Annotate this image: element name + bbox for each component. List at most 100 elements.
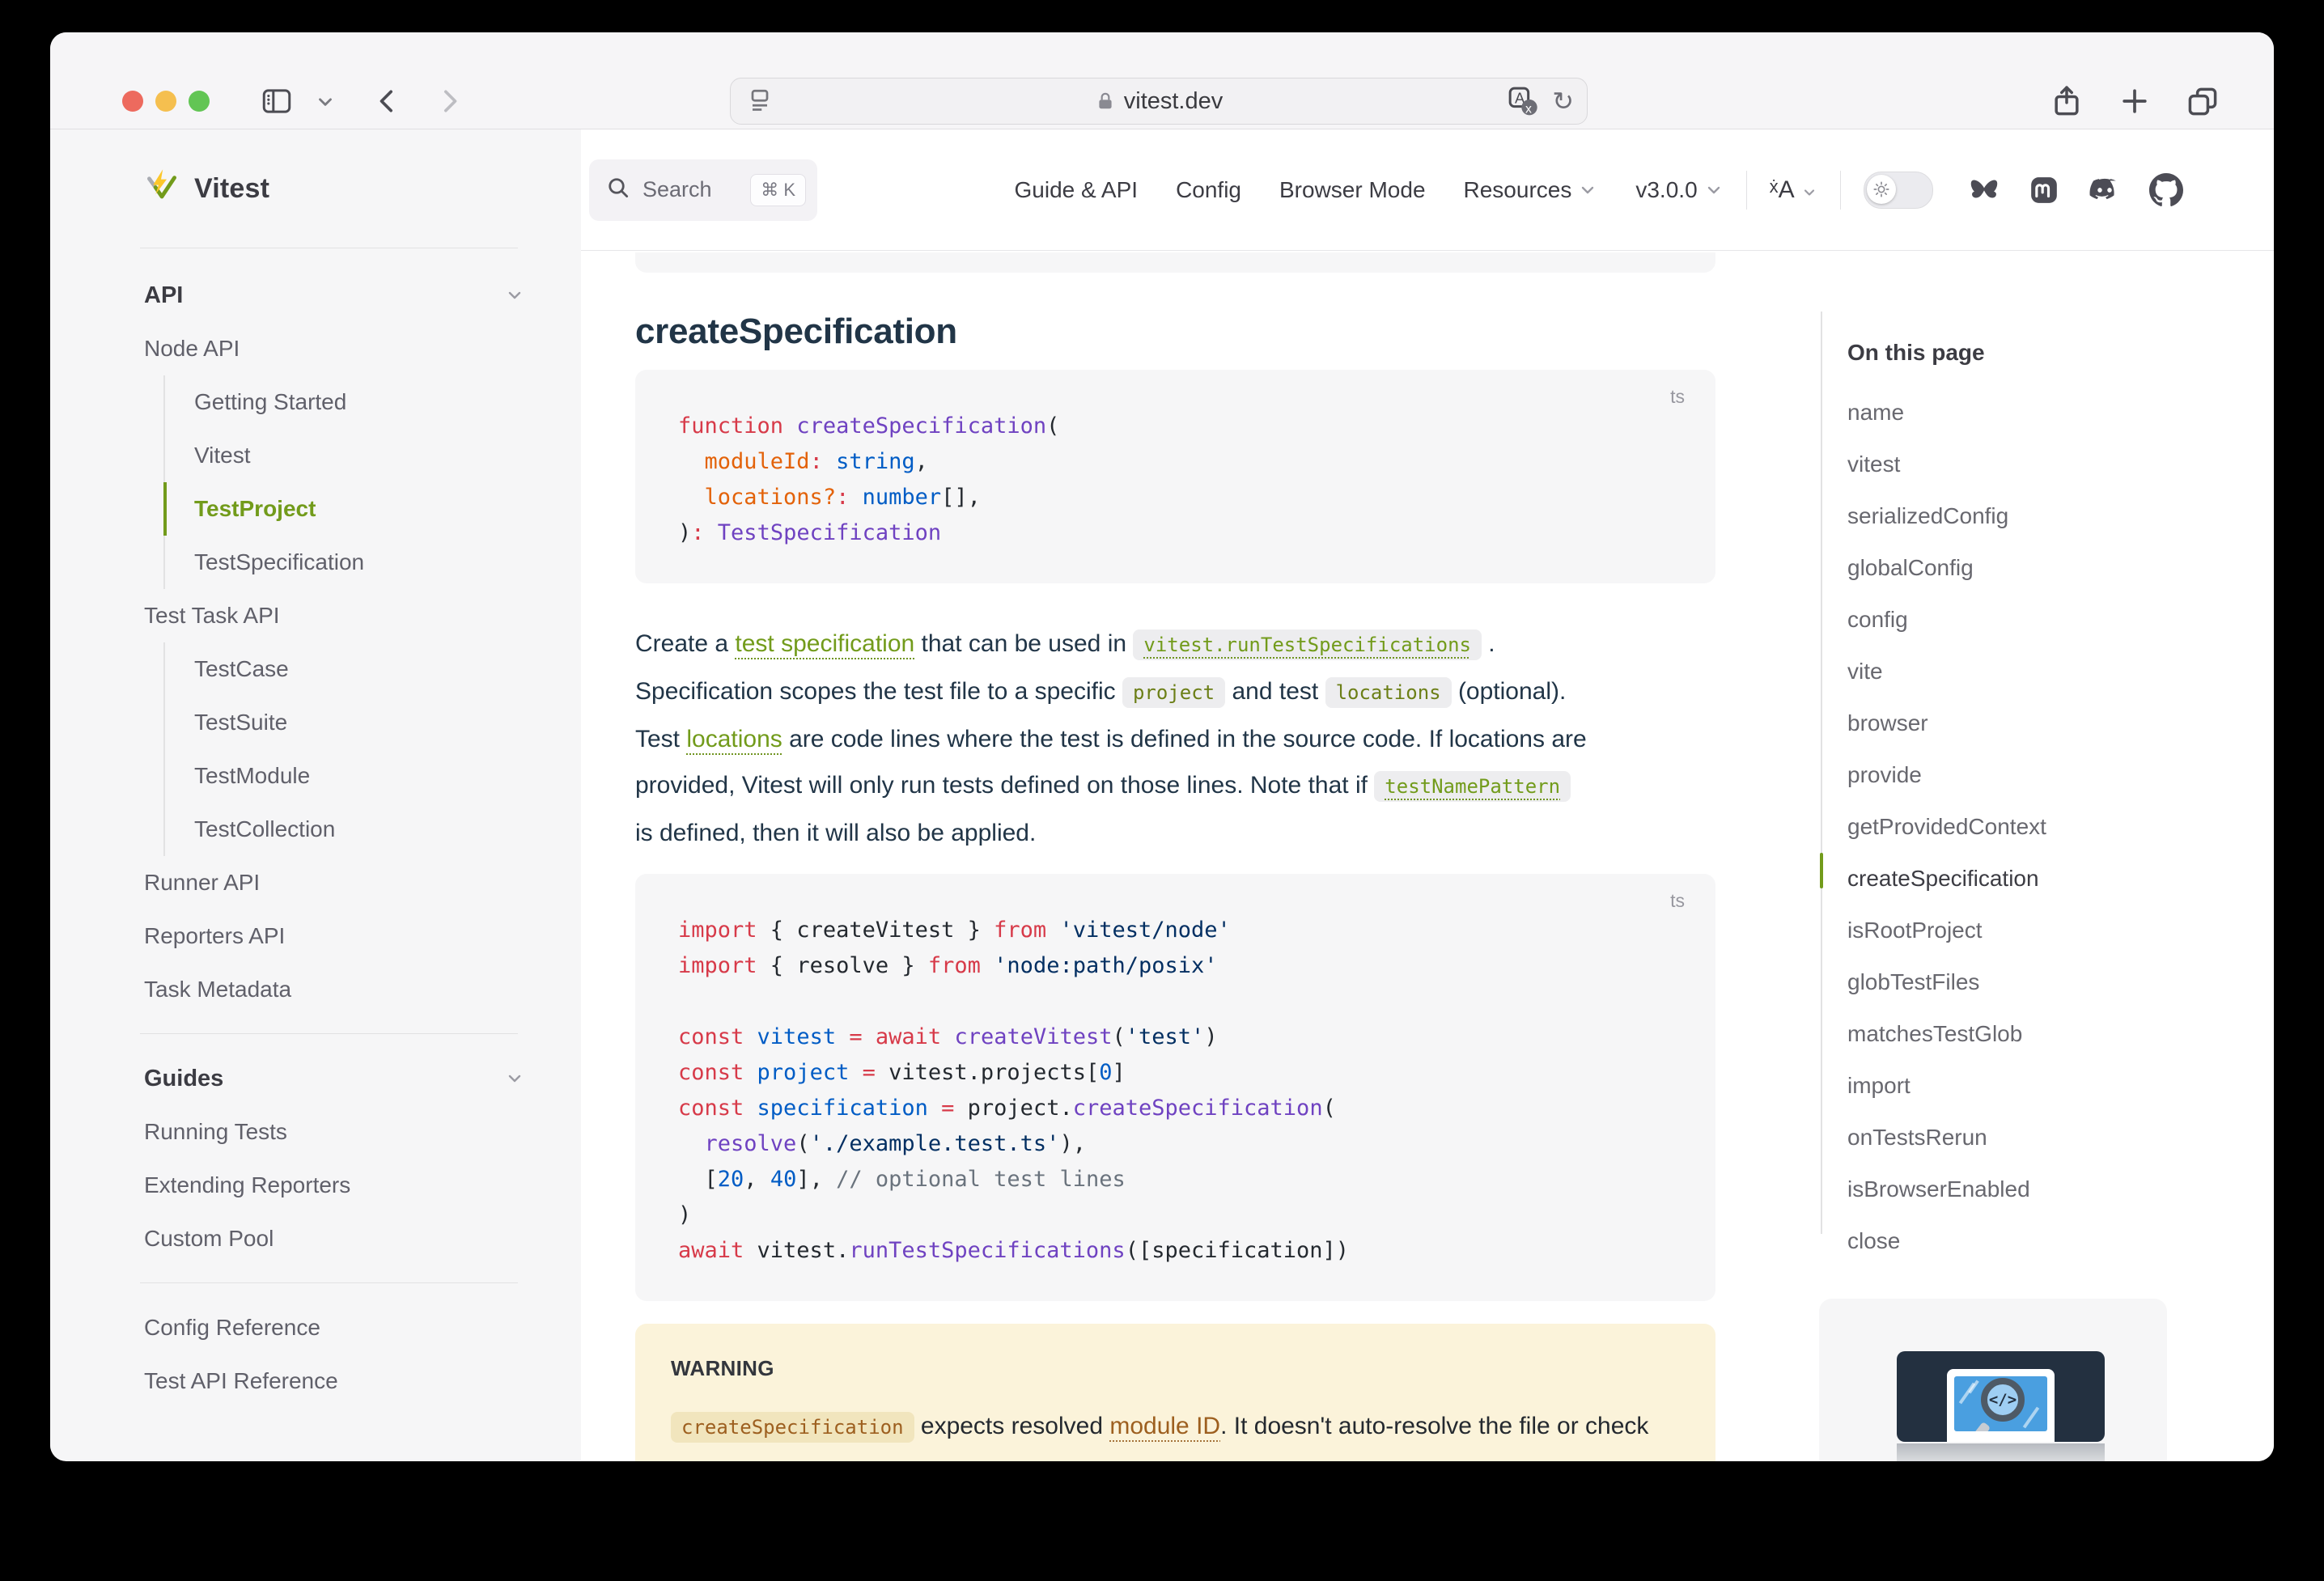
warning-title: WARNING <box>671 1356 1680 1381</box>
outline-link-createspecification[interactable]: createSpecification <box>1847 853 2046 905</box>
nav-guide-api[interactable]: Guide & API <box>1015 177 1139 203</box>
nav-browser-mode[interactable]: Browser Mode <box>1279 177 1426 203</box>
zoom-button[interactable] <box>189 91 210 112</box>
doc-code-link-vitest-runtestspecifications[interactable]: vitest.runTestSpecifications <box>1133 630 1482 657</box>
reload-icon[interactable]: ↻ <box>1552 88 1574 114</box>
outline-link-name[interactable]: name <box>1847 387 2046 439</box>
sidebar-item-api[interactable]: API <box>50 269 581 322</box>
nav-v3-0-0[interactable]: v3.0.0 <box>1635 177 1723 203</box>
sidebar-item-test-task-api[interactable]: Test Task API <box>50 589 581 642</box>
page-title: createSpecification <box>635 312 1715 352</box>
new-tab-icon[interactable] <box>2117 83 2152 119</box>
nav-resources[interactable]: Resources <box>1464 177 1598 203</box>
url-text: vitest.dev <box>1124 88 1223 115</box>
outline-link-close[interactable]: close <box>1847 1215 2046 1267</box>
close-button[interactable] <box>122 91 143 112</box>
address-bar[interactable]: vitest.dev Ax ↻ <box>730 78 1588 125</box>
outline-link-ontestsrerun[interactable]: onTestsRerun <box>1847 1112 2046 1163</box>
sidebar-item-testcollection[interactable]: TestCollection <box>163 803 581 856</box>
site-logo[interactable]: Vitest <box>50 129 581 248</box>
outline-link-import[interactable]: import <box>1847 1060 2046 1112</box>
search-label: Search <box>642 177 739 202</box>
sidebar-item-label: TestSpecification <box>194 536 364 589</box>
theme-toggle[interactable] <box>1864 172 1933 209</box>
outline-link-isbrowserenabled[interactable]: isBrowserEnabled <box>1847 1163 2046 1215</box>
code-line: ) <box>678 1197 1683 1233</box>
nav-label: v3.0.0 <box>1635 177 1697 203</box>
code-line: const specification = project.createSpec… <box>678 1091 1683 1126</box>
sponsor-image-reflection <box>1897 1443 2105 1461</box>
sidebar-item-node-api[interactable]: Node API <box>50 322 581 375</box>
code-line: locations?: number[], <box>678 480 1683 515</box>
sidebar-item-vitest[interactable]: Vitest <box>163 429 581 482</box>
nav-config[interactable]: Config <box>1176 177 1241 203</box>
sidebar-item-label: Config Reference <box>144 1301 320 1354</box>
sun-icon <box>1867 175 1896 204</box>
outline-link-getprovidedcontext[interactable]: getProvidedContext <box>1847 801 2046 853</box>
sidebar-item-label: Task Metadata <box>144 963 291 1016</box>
minimize-button[interactable] <box>155 91 176 112</box>
bluesky-icon[interactable] <box>1967 175 2001 206</box>
doc-link-test-specification[interactable]: test specification <box>735 630 914 657</box>
sidebar-item-extending-reporters[interactable]: Extending Reporters <box>50 1159 581 1212</box>
sponsor-card[interactable]: </> <box>1819 1299 2167 1461</box>
sidebar-toggle-icon[interactable] <box>260 84 294 118</box>
outline-link-globalconfig[interactable]: globalConfig <box>1847 542 2046 594</box>
outline-link-provide[interactable]: provide <box>1847 749 2046 801</box>
sidebar-item-custom-pool[interactable]: Custom Pool <box>50 1212 581 1265</box>
outline-link-browser[interactable]: browser <box>1847 697 2046 749</box>
sidebar-item-guides[interactable]: Guides <box>50 1052 581 1105</box>
nav-label: Config <box>1176 177 1241 203</box>
description-paragraph: Create a test specification that can be … <box>635 621 1768 856</box>
outline-link-vite[interactable]: vite <box>1847 646 2046 697</box>
outline-link-isrootproject[interactable]: isRootProject <box>1847 905 2046 956</box>
outline-link-matchestestglob[interactable]: matchesTestGlob <box>1847 1008 2046 1060</box>
sidebar-item-task-metadata[interactable]: Task Metadata <box>50 963 581 1016</box>
outline-link-config[interactable]: config <box>1847 594 2046 646</box>
sidebar-item-label: Test API Reference <box>144 1354 338 1408</box>
sponsor-image: </> <box>1897 1351 2105 1442</box>
sidebar-item-testmodule[interactable]: TestModule <box>163 749 581 803</box>
github-icon[interactable] <box>2149 173 2183 207</box>
sidebar-item-testsuite[interactable]: TestSuite <box>163 696 581 749</box>
search-button[interactable]: Search ⌘ K <box>589 159 817 221</box>
outline-link-vitest[interactable]: vitest <box>1847 439 2046 490</box>
search-icon <box>605 175 631 205</box>
chevron-down-icon[interactable] <box>315 91 336 112</box>
chevron-down-icon <box>1704 180 1724 200</box>
sidebar-item-test-api-reference[interactable]: Test API Reference <box>50 1354 581 1408</box>
outline-link-globtestfiles[interactable]: globTestFiles <box>1847 956 2046 1008</box>
sidebar-item-running-tests[interactable]: Running Tests <box>50 1105 581 1159</box>
browser-toolbar: vitest.dev Ax ↻ <box>50 32 2274 129</box>
sidebar-item-getting-started[interactable]: Getting Started <box>163 375 581 429</box>
code-line: moduleId: string, <box>678 444 1683 480</box>
sidebar-item-testspecification[interactable]: TestSpecification <box>163 536 581 589</box>
tabs-overview-icon[interactable] <box>2185 83 2220 119</box>
sidebar-item-runner-api[interactable]: Runner API <box>50 856 581 909</box>
sidebar-item-config-reference[interactable]: Config Reference <box>50 1301 581 1354</box>
sidebar-item-label: Vitest <box>194 429 251 482</box>
doc-link-module-id[interactable]: module ID <box>1109 1413 1220 1439</box>
language-menu[interactable]: ẋA <box>1770 176 1817 204</box>
previous-code-block-tail <box>635 252 1715 273</box>
doc-code-link-testnamepattern[interactable]: testNamePattern <box>1374 772 1571 799</box>
inline-code: project <box>1122 677 1225 708</box>
doc-link-locations[interactable]: locations <box>686 726 782 752</box>
discord-icon[interactable] <box>2087 174 2123 206</box>
sidebar-item-reporters-api[interactable]: Reporters API <box>50 909 581 963</box>
sidebar-item-label: Node API <box>144 322 240 375</box>
mastodon-icon[interactable] <box>2028 174 2060 206</box>
sidebar-item-label: Runner API <box>144 856 260 909</box>
back-icon[interactable] <box>371 85 404 117</box>
sidebar-item-label: API <box>144 269 183 322</box>
code-line: const project = vitest.projects[0] <box>678 1055 1683 1091</box>
code-line: import { resolve } from 'node:path/posix… <box>678 948 1683 984</box>
forward-icon[interactable] <box>433 85 465 117</box>
sidebar-divider <box>50 1016 581 1052</box>
sidebar-item-testproject[interactable]: TestProject <box>163 482 581 536</box>
search-shortcut: ⌘ K <box>750 174 806 206</box>
translate-icon[interactable]: Ax <box>1507 85 1539 117</box>
outline-link-serializedconfig[interactable]: serializedConfig <box>1847 490 2046 542</box>
share-icon[interactable] <box>2049 83 2084 119</box>
sidebar-item-testcase[interactable]: TestCase <box>163 642 581 696</box>
